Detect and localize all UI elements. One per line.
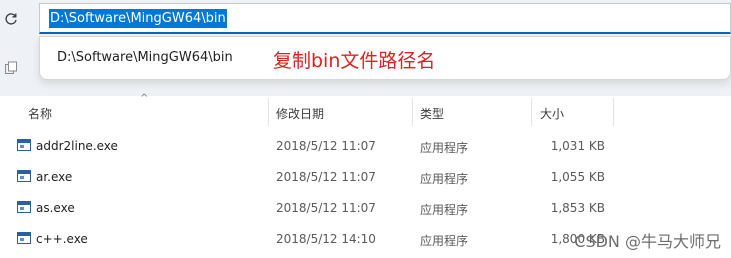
file-type: 应用程序: [420, 203, 469, 217]
file-modified: 2018/5/12 11:07: [276, 201, 376, 215]
exe-file-icon: [17, 170, 31, 182]
column-header-size[interactable]: 大小: [540, 105, 564, 122]
address-input-value[interactable]: D:\Software\MingGW64\bin: [49, 8, 227, 28]
file-name[interactable]: addr2line.exe: [36, 139, 118, 153]
file-row[interactable]: ar.exe 2018/5/12 11:07 应用程序 1,055 KB: [0, 162, 731, 193]
sort-up-icon: ^: [140, 93, 149, 104]
refresh-button[interactable]: [0, 8, 22, 30]
column-divider[interactable]: [268, 98, 269, 126]
address-suggestion-item[interactable]: D:\Software\MingGW64\bin: [57, 50, 233, 65]
file-size: 1,055 KB: [550, 170, 605, 184]
column-header-modified[interactable]: 修改日期: [276, 105, 324, 122]
refresh-icon: [5, 13, 17, 25]
file-size: 1,853 KB: [550, 201, 605, 215]
file-row[interactable]: addr2line.exe 2018/5/12 11:07 应用程序 1,031…: [0, 131, 731, 162]
file-modified: 2018/5/12 14:10: [276, 232, 376, 246]
file-type: 应用程序: [420, 172, 469, 186]
file-explorer-window: D:\Software\MingGW64\bin D:\Software\Min…: [0, 0, 731, 258]
file-size: 1,031 KB: [550, 139, 605, 153]
column-divider[interactable]: [531, 98, 532, 126]
file-type: 应用程序: [420, 234, 469, 248]
column-divider[interactable]: [412, 98, 413, 126]
address-suggestion-list: D:\Software\MingGW64\bin 复制bin文件路径名: [39, 36, 731, 80]
copy-icon[interactable]: [4, 60, 18, 74]
exe-file-icon: [17, 139, 31, 151]
file-name[interactable]: c++.exe: [36, 232, 88, 246]
watermark: CSDN @牛马大师兄: [574, 232, 721, 251]
file-type: 应用程序: [420, 141, 469, 155]
exe-file-icon: [17, 201, 31, 213]
exe-file-icon: [17, 232, 31, 244]
file-row[interactable]: as.exe 2018/5/12 11:07 应用程序 1,853 KB: [0, 193, 731, 224]
column-header-type[interactable]: 类型: [420, 105, 444, 122]
file-name[interactable]: as.exe: [36, 201, 75, 215]
annotation-text: 复制bin文件路径名: [273, 50, 436, 72]
column-header-row: ^ 名称 修改日期 类型 大小: [0, 93, 731, 128]
column-divider[interactable]: [613, 98, 614, 126]
file-modified: 2018/5/12 11:07: [276, 170, 376, 184]
file-modified: 2018/5/12 11:07: [276, 139, 376, 153]
file-name[interactable]: ar.exe: [36, 170, 72, 184]
navigation-bar: D:\Software\MingGW64\bin D:\Software\Min…: [0, 0, 731, 96]
column-header-name[interactable]: 名称: [28, 105, 52, 122]
address-bar[interactable]: D:\Software\MingGW64\bin: [39, 3, 731, 34]
